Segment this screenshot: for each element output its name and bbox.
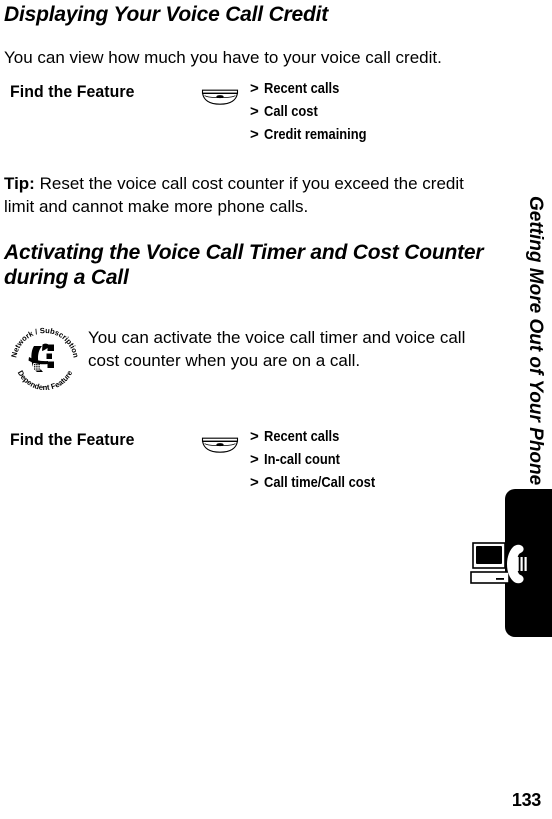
menu-item-recent-calls[interactable]: Recent calls	[264, 428, 339, 445]
tip-text: Reset the voice call cost counter if you…	[4, 174, 464, 216]
svg-text:Dependent Feature: Dependent Feature	[16, 369, 74, 392]
menu-key-icon	[200, 88, 240, 106]
find-the-feature-path-1: > Recent calls > Call cost > Credit rema…	[250, 80, 383, 149]
activating-paragraph: You can activate the voice call timer an…	[88, 328, 466, 370]
menu-path-row[interactable]: > Call time/Call cost	[250, 474, 393, 497]
page-title: Displaying Your Voice Call Credit	[4, 3, 329, 26]
tip-label: Tip:	[4, 174, 35, 193]
menu-path-row[interactable]: > Credit remaining	[250, 126, 383, 149]
find-the-feature-label: Find the Feature	[10, 430, 135, 449]
menu-item-credit-remaining[interactable]: Credit remaining	[264, 126, 367, 143]
menu-item-call-cost[interactable]: Call cost	[264, 103, 318, 120]
computer-and-phone-icon	[470, 541, 544, 591]
find-the-feature-label: Find the Feature	[10, 82, 135, 101]
page-number: 133	[511, 790, 541, 810]
path-separator-icon: >	[250, 451, 259, 468]
path-separator-icon: >	[250, 80, 259, 97]
intro-paragraph: You can view how much you have to your v…	[4, 48, 442, 67]
menu-path-row[interactable]: > In-call count	[250, 451, 393, 474]
menu-item-recent-calls[interactable]: Recent calls	[264, 80, 339, 97]
menu-item-in-call-count[interactable]: In-call count	[264, 451, 340, 468]
menu-path-row[interactable]: > Recent calls	[250, 428, 393, 451]
tip-paragraph: Tip: Reset the voice call cost counter i…	[4, 172, 474, 218]
sidebar-chapter-title: Getting More Out of Your Phone	[525, 196, 546, 486]
manual-page: Displaying Your Voice Call Credit You ca…	[0, 0, 552, 819]
path-separator-icon: >	[250, 428, 259, 445]
menu-key-icon	[200, 436, 240, 454]
menu-item-call-time-call-cost[interactable]: Call time/Call cost	[264, 474, 375, 491]
menu-path-row[interactable]: > Recent calls	[250, 80, 383, 103]
path-separator-icon: >	[250, 474, 259, 491]
section-heading-activating: Activating the Voice Call Timer and Cost…	[4, 241, 489, 289]
network-subscription-dependent-feature-icon: Network / Subscription Dependent Feature	[8, 322, 82, 396]
menu-path-row[interactable]: > Call cost	[250, 103, 383, 126]
find-the-feature-path-2: > Recent calls > In-call count > Call ti…	[250, 428, 393, 497]
path-separator-icon: >	[250, 103, 259, 120]
path-separator-icon: >	[250, 126, 259, 143]
svg-text:Network / Subscription: Network / Subscription	[9, 326, 80, 359]
